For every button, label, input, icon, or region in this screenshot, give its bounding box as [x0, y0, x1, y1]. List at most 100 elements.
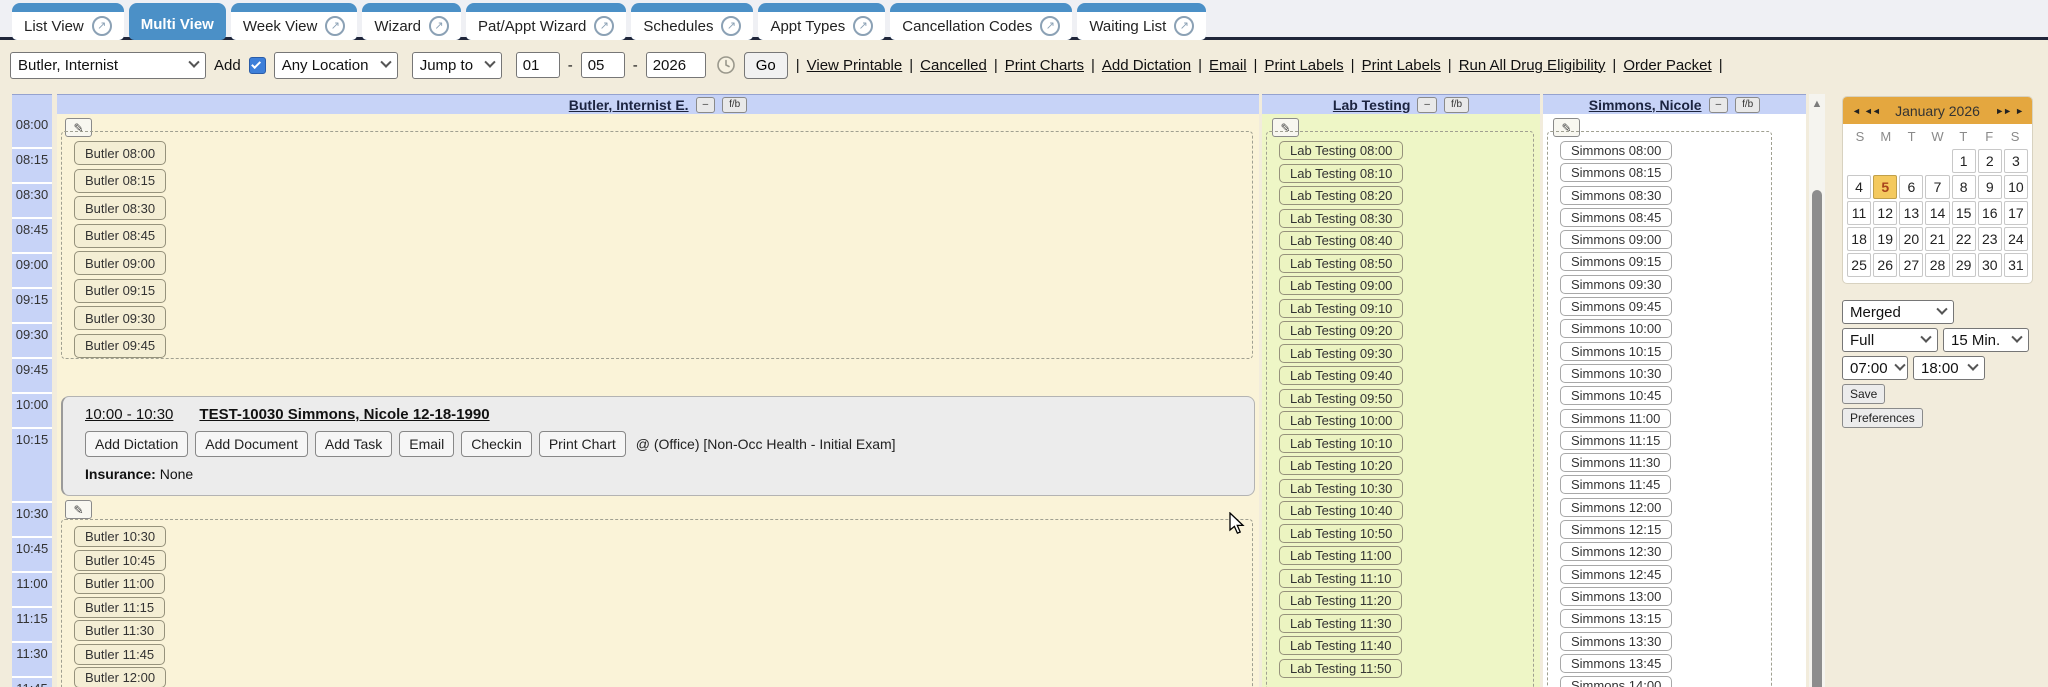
edit-note-icon[interactable]: ✎	[65, 500, 92, 519]
save-button[interactable]: Save	[1842, 384, 1885, 404]
open-slot-button[interactable]: Simmons 13:00	[1560, 587, 1672, 606]
open-slot-button[interactable]: Lab Testing 11:20	[1279, 591, 1402, 610]
open-external-icon[interactable]: ↗	[92, 16, 112, 36]
calendar-day-cell[interactable]: 3	[2004, 149, 2028, 173]
provider-select[interactable]: Butler, Internist	[10, 52, 206, 79]
jump-to-select[interactable]: Jump to	[412, 52, 502, 79]
open-slot-button[interactable]: Simmons 10:15	[1560, 342, 1672, 361]
open-slot-button[interactable]: Lab Testing 10:30	[1279, 479, 1403, 498]
open-slot-button[interactable]: Butler 09:00	[74, 251, 166, 275]
open-external-icon[interactable]: ↗	[1174, 16, 1194, 36]
open-slot-button[interactable]: Lab Testing 09:40	[1279, 366, 1403, 385]
open-slot-button[interactable]: Simmons 09:45	[1560, 297, 1672, 316]
calendar-day-cell[interactable]: 25	[1847, 253, 1871, 277]
day-start-select[interactable]: 07:00	[1842, 356, 1908, 380]
appointment-block[interactable]: 10:00 - 10:30 TEST-10030 Simmons, Nicole…	[61, 396, 1255, 496]
calendar-day-cell[interactable]: 26	[1873, 253, 1897, 277]
date-year-input[interactable]	[646, 52, 706, 78]
calendar-day-cell[interactable]: 20	[1899, 227, 1923, 251]
open-slot-button[interactable]: Simmons 12:45	[1560, 565, 1672, 584]
prev-year-icon[interactable]: ◄◄	[1862, 106, 1882, 116]
interval-select[interactable]: 15 Min.	[1943, 328, 2029, 352]
open-external-icon[interactable]: ↗	[594, 16, 614, 36]
calendar-day-cell[interactable]: 31	[2004, 253, 2028, 277]
calendar-day-cell[interactable]: 19	[1873, 227, 1897, 251]
open-slot-button[interactable]: Butler 10:30	[74, 526, 166, 547]
location-select[interactable]: Any Location	[274, 52, 398, 79]
open-slot-button[interactable]: Simmons 08:00	[1560, 141, 1672, 160]
open-slot-button[interactable]: Butler 08:45	[74, 224, 166, 248]
open-slot-button[interactable]: Lab Testing 11:10	[1279, 569, 1402, 588]
open-slot-button[interactable]: Butler 11:45	[74, 644, 165, 665]
open-slot-button[interactable]: Simmons 10:45	[1560, 386, 1672, 405]
calendar-day-cell[interactable]: 22	[1952, 227, 1976, 251]
open-slot-button[interactable]: Lab Testing 09:30	[1279, 344, 1403, 363]
view-mode-select[interactable]: Merged	[1842, 300, 1954, 324]
toolbar-link[interactable]: Print Labels	[1362, 57, 1441, 74]
calendar-day-cell[interactable]: 24	[2004, 227, 2028, 251]
open-slot-button[interactable]: Simmons 09:15	[1560, 252, 1672, 271]
open-slot-button[interactable]: Simmons 08:15	[1560, 163, 1672, 182]
provider-column-link[interactable]: Lab Testing	[1333, 97, 1411, 113]
open-slot-button[interactable]: Simmons 11:30	[1560, 453, 1671, 472]
open-slot-button[interactable]: Lab Testing 11:50	[1279, 659, 1402, 678]
appointment-time-link[interactable]: 10:00 - 10:30	[85, 406, 173, 423]
open-slot-button[interactable]: Butler 08:30	[74, 196, 166, 220]
provider-column-link[interactable]: Simmons, Nicole	[1589, 97, 1702, 113]
open-slot-button[interactable]: Simmons 13:30	[1560, 632, 1672, 651]
calendar-day-cell[interactable]: 21	[1925, 227, 1949, 251]
toolbar-link[interactable]: Run All Drug Eligibility	[1459, 57, 1606, 74]
open-slot-button[interactable]: Simmons 12:15	[1560, 520, 1672, 539]
toolbar-link[interactable]: Email	[1209, 57, 1247, 74]
calendar-day-cell[interactable]: 2	[1978, 149, 2002, 173]
calendar-day-cell[interactable]: 14	[1925, 201, 1949, 225]
open-slot-button[interactable]: Simmons 09:30	[1560, 275, 1672, 294]
tab[interactable]: Schedules ↗	[631, 3, 753, 40]
open-slot-button[interactable]: Lab Testing 10:20	[1279, 456, 1403, 475]
open-external-icon[interactable]: ↗	[853, 16, 873, 36]
minimize-column-button[interactable]: –	[696, 97, 716, 113]
open-slot-button[interactable]: Simmons 12:00	[1560, 498, 1672, 517]
open-slot-button[interactable]: Butler 08:00	[74, 141, 166, 165]
day-end-select[interactable]: 18:00	[1913, 356, 1985, 380]
open-slot-button[interactable]: Butler 09:30	[74, 306, 166, 330]
calendar-day-cell[interactable]: 30	[1978, 253, 2002, 277]
open-slot-button[interactable]: Butler 12:00	[74, 667, 166, 687]
open-slot-button[interactable]: Lab Testing 11:30	[1279, 614, 1402, 633]
open-slot-button[interactable]: Lab Testing 08:40	[1279, 231, 1403, 250]
calendar-day-cell[interactable]: 23	[1978, 227, 2002, 251]
appointment-patient-link[interactable]: TEST-10030 Simmons, Nicole 12-18-1990	[199, 406, 489, 423]
tab[interactable]: Waiting List ↗	[1077, 3, 1206, 40]
appointment-action-button[interactable]: Add Dictation	[85, 431, 188, 457]
calendar-day-cell[interactable]: 13	[1899, 201, 1923, 225]
open-slot-button[interactable]: Lab Testing 08:10	[1279, 164, 1403, 183]
prev-month-icon[interactable]: ◄	[1850, 106, 1862, 116]
open-slot-button[interactable]: Lab Testing 08:50	[1279, 254, 1403, 273]
open-slot-button[interactable]: Lab Testing 08:30	[1279, 209, 1403, 228]
open-slot-button[interactable]: Butler 11:00	[74, 573, 165, 594]
open-slot-button[interactable]: Simmons 11:00	[1560, 409, 1671, 428]
go-button[interactable]: Go	[744, 52, 788, 79]
tab[interactable]: Multi View ↗	[129, 3, 226, 40]
appointment-action-button[interactable]: Add Document	[195, 431, 308, 457]
open-slot-button[interactable]: Lab Testing 08:20	[1279, 186, 1403, 205]
open-slot-button[interactable]: Lab Testing 09:50	[1279, 389, 1403, 408]
calendar-day-cell[interactable]	[1873, 149, 1897, 173]
appointment-action-button[interactable]: Email	[399, 431, 454, 457]
date-month-input[interactable]	[516, 52, 560, 78]
open-slot-button[interactable]: Simmons 12:30	[1560, 542, 1672, 561]
scroll-up-icon[interactable]: ▲	[1809, 94, 1825, 114]
open-slot-button[interactable]: Simmons 10:00	[1560, 319, 1672, 338]
calendar-day-cell[interactable]: 27	[1899, 253, 1923, 277]
scrollbar-thumb[interactable]	[1812, 190, 1822, 687]
open-slot-button[interactable]: Lab Testing 10:10	[1279, 434, 1403, 453]
calendar-day-cell[interactable]: 8	[1952, 175, 1976, 199]
zoom-select[interactable]: Full	[1842, 328, 1938, 352]
tab[interactable]: Cancellation Codes ↗	[890, 3, 1072, 40]
provider-column-link[interactable]: Butler, Internist E.	[569, 97, 689, 113]
preferences-button[interactable]: Preferences	[1842, 408, 1923, 428]
toolbar-link[interactable]: Cancelled	[920, 57, 987, 74]
open-slot-button[interactable]: Lab Testing 10:50	[1279, 524, 1403, 543]
toolbar-link[interactable]: Add Dictation	[1102, 57, 1191, 74]
calendar-day-cell[interactable]: 10	[2004, 175, 2028, 199]
